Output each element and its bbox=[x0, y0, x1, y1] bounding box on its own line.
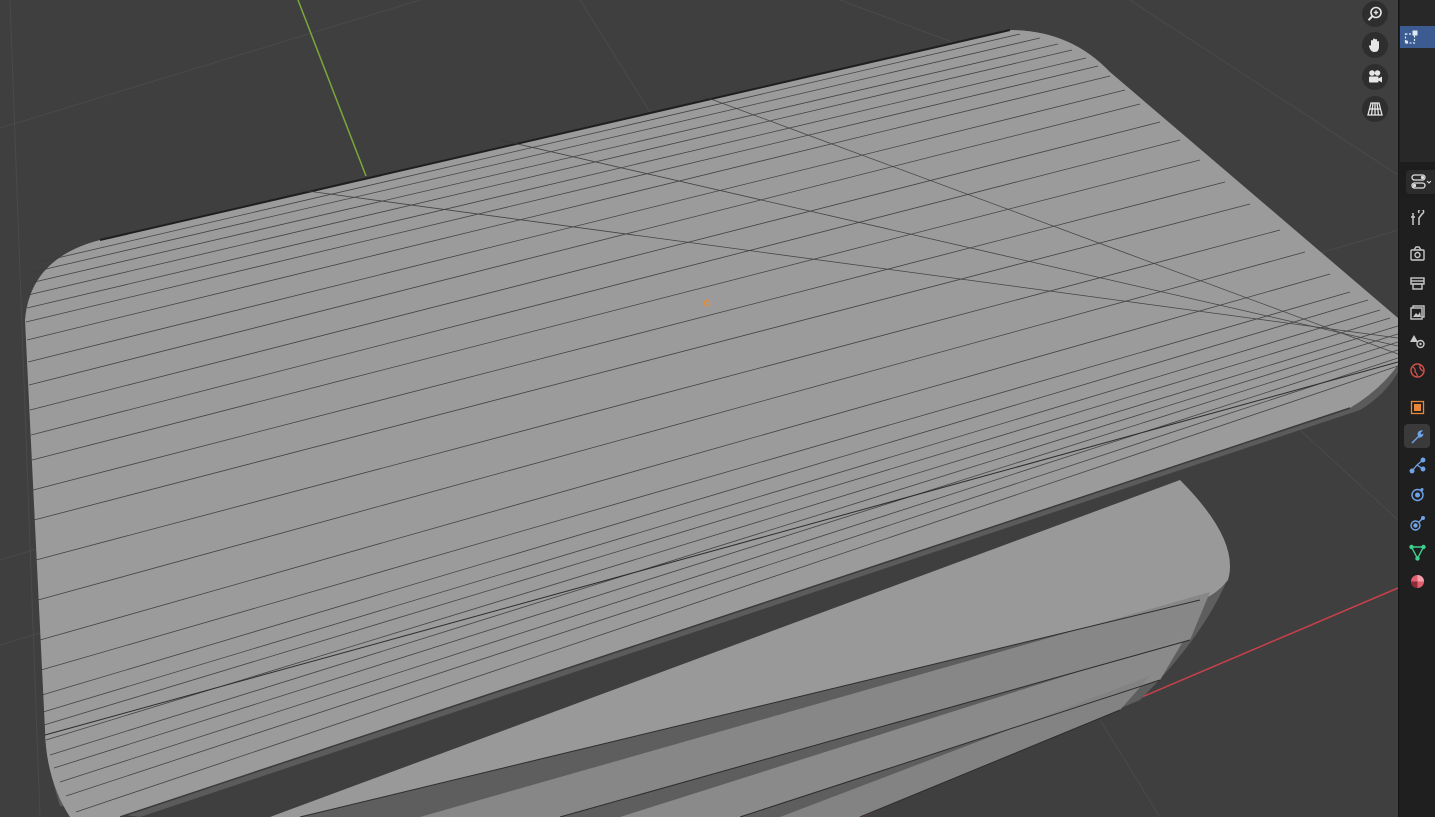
constraints-icon bbox=[1409, 515, 1425, 531]
modifier-wrench-icon bbox=[1411, 429, 1424, 443]
tab-particles[interactable] bbox=[1404, 453, 1430, 477]
3d-viewport[interactable] bbox=[0, 0, 1398, 817]
physics-icon bbox=[1410, 487, 1424, 501]
tab-mesh-data[interactable] bbox=[1404, 540, 1430, 564]
editor-type-dropdown[interactable] bbox=[1406, 170, 1435, 194]
tab-scene[interactable] bbox=[1404, 329, 1430, 353]
camera-view-button[interactable] bbox=[1362, 64, 1388, 90]
properties-editor-icon bbox=[1410, 174, 1431, 189]
tab-world[interactable] bbox=[1404, 358, 1430, 382]
perspective-grid-icon bbox=[1367, 102, 1383, 116]
tab-modifiers[interactable] bbox=[1404, 424, 1430, 448]
scene-render[interactable] bbox=[0, 0, 1398, 817]
tab-output[interactable] bbox=[1404, 271, 1430, 295]
output-icon bbox=[1409, 276, 1425, 290]
particles-icon bbox=[1409, 457, 1425, 473]
outliner-selected-row[interactable] bbox=[1400, 26, 1435, 48]
zoom-icon bbox=[1367, 6, 1382, 21]
zoom-button[interactable] bbox=[1362, 1, 1388, 27]
tool-icon bbox=[1410, 209, 1424, 225]
object-icon bbox=[1410, 400, 1424, 414]
tab-material[interactable] bbox=[1404, 569, 1430, 593]
world-icon bbox=[1409, 362, 1425, 378]
material-icon bbox=[1410, 574, 1424, 588]
scene-icon bbox=[1409, 334, 1425, 348]
mesh-data-icon bbox=[1408, 544, 1426, 561]
tab-physics[interactable] bbox=[1404, 482, 1430, 506]
tab-object[interactable] bbox=[1404, 395, 1430, 419]
view-layer-icon bbox=[1409, 304, 1425, 320]
perspective-toggle-button[interactable] bbox=[1362, 96, 1388, 122]
tab-view-layer[interactable] bbox=[1404, 300, 1430, 324]
outliner-panel[interactable] bbox=[1400, 0, 1435, 162]
pan-button[interactable] bbox=[1362, 32, 1388, 58]
camera-view-icon bbox=[1369, 70, 1382, 83]
tab-constraints[interactable] bbox=[1404, 511, 1430, 535]
blender-window bbox=[0, 0, 1435, 817]
tab-tool[interactable] bbox=[1404, 206, 1430, 230]
render-icon bbox=[1409, 245, 1425, 261]
object-data-icon bbox=[1404, 30, 1418, 44]
tab-render[interactable] bbox=[1404, 241, 1430, 265]
hand-pan-icon bbox=[1368, 38, 1379, 52]
